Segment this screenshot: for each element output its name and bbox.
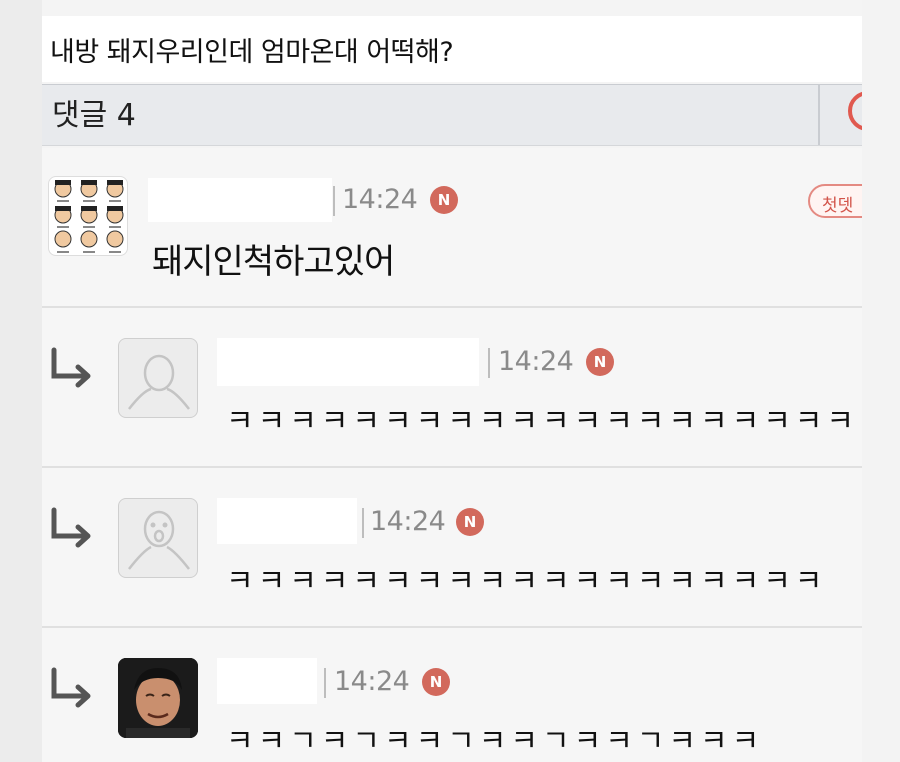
reply-item: 14:24 N ㅋㅋㄱㅋㄱㅋㅋㄱㅋㅋㄱㅋㅋㄱㅋㅋㅋ <box>42 628 862 762</box>
new-badge: N <box>422 668 450 696</box>
author-name-redacted <box>217 498 357 544</box>
first-comment-badge: 첫뎃 <box>808 184 862 218</box>
meta-separator <box>333 186 335 216</box>
default-user-icon[interactable] <box>118 338 198 418</box>
comment-time: 14:24 <box>370 506 446 537</box>
comment-time: 14:24 <box>498 346 574 377</box>
reply-arrow-icon <box>51 347 91 388</box>
comment-screen: 내방 돼지우리인데 엄마온대 어떡해? 댓글 4 14:24 N 돼지인척하고있… <box>42 0 862 762</box>
default-user-surprised-icon[interactable] <box>118 498 198 578</box>
comment-text: ㅋㅋㅋㅋㅋㅋㅋㅋㅋㅋㅋㅋㅋㅋㅋㅋㅋㅋㅋ <box>226 564 827 599</box>
meta-separator <box>324 668 326 698</box>
author-name-redacted <box>148 178 332 222</box>
refresh-icon[interactable] <box>848 91 862 131</box>
sticker-grid-avatar[interactable] <box>48 176 128 256</box>
comments-header: 댓글 4 <box>42 84 862 146</box>
new-badge: N <box>586 348 614 376</box>
right-edge <box>862 0 900 762</box>
reply-item: 14:24 N ㅋㅋㅋㅋㅋㅋㅋㅋㅋㅋㅋㅋㅋㅋㅋㅋㅋㅋㅋㅋㅋㅋㅋ <box>42 308 862 468</box>
new-badge: N <box>456 508 484 536</box>
post-title: 내방 돼지우리인데 엄마온대 어떡해? <box>42 16 862 82</box>
comment-text: ㅋㅋㄱㅋㄱㅋㅋㄱㅋㅋㄱㅋㅋㄱㅋㅋㅋ <box>226 724 764 759</box>
photo-avatar[interactable] <box>118 658 198 738</box>
comment-text: 돼지인척하고있어 <box>152 242 395 282</box>
author-name-redacted <box>217 338 479 386</box>
reply-arrow-icon <box>51 507 91 548</box>
meta-separator <box>488 348 490 378</box>
comment-text: ㅋㅋㅋㅋㅋㅋㅋㅋㅋㅋㅋㅋㅋㅋㅋㅋㅋㅋㅋㅋㅋㅋㅋ <box>226 404 862 439</box>
comment-item: 14:24 N 돼지인척하고있어 <box>42 148 862 308</box>
reply-item: 14:24 N ㅋㅋㅋㅋㅋㅋㅋㅋㅋㅋㅋㅋㅋㅋㅋㅋㅋㅋㅋ <box>42 468 862 628</box>
new-badge: N <box>430 186 458 214</box>
meta-separator <box>362 508 364 538</box>
author-name-redacted <box>217 658 317 704</box>
reply-arrow-icon <box>51 667 91 708</box>
header-divider <box>818 85 820 145</box>
comment-count-label: 댓글 4 <box>52 98 136 133</box>
comment-time: 14:24 <box>334 666 410 697</box>
comment-time: 14:24 <box>342 184 418 215</box>
